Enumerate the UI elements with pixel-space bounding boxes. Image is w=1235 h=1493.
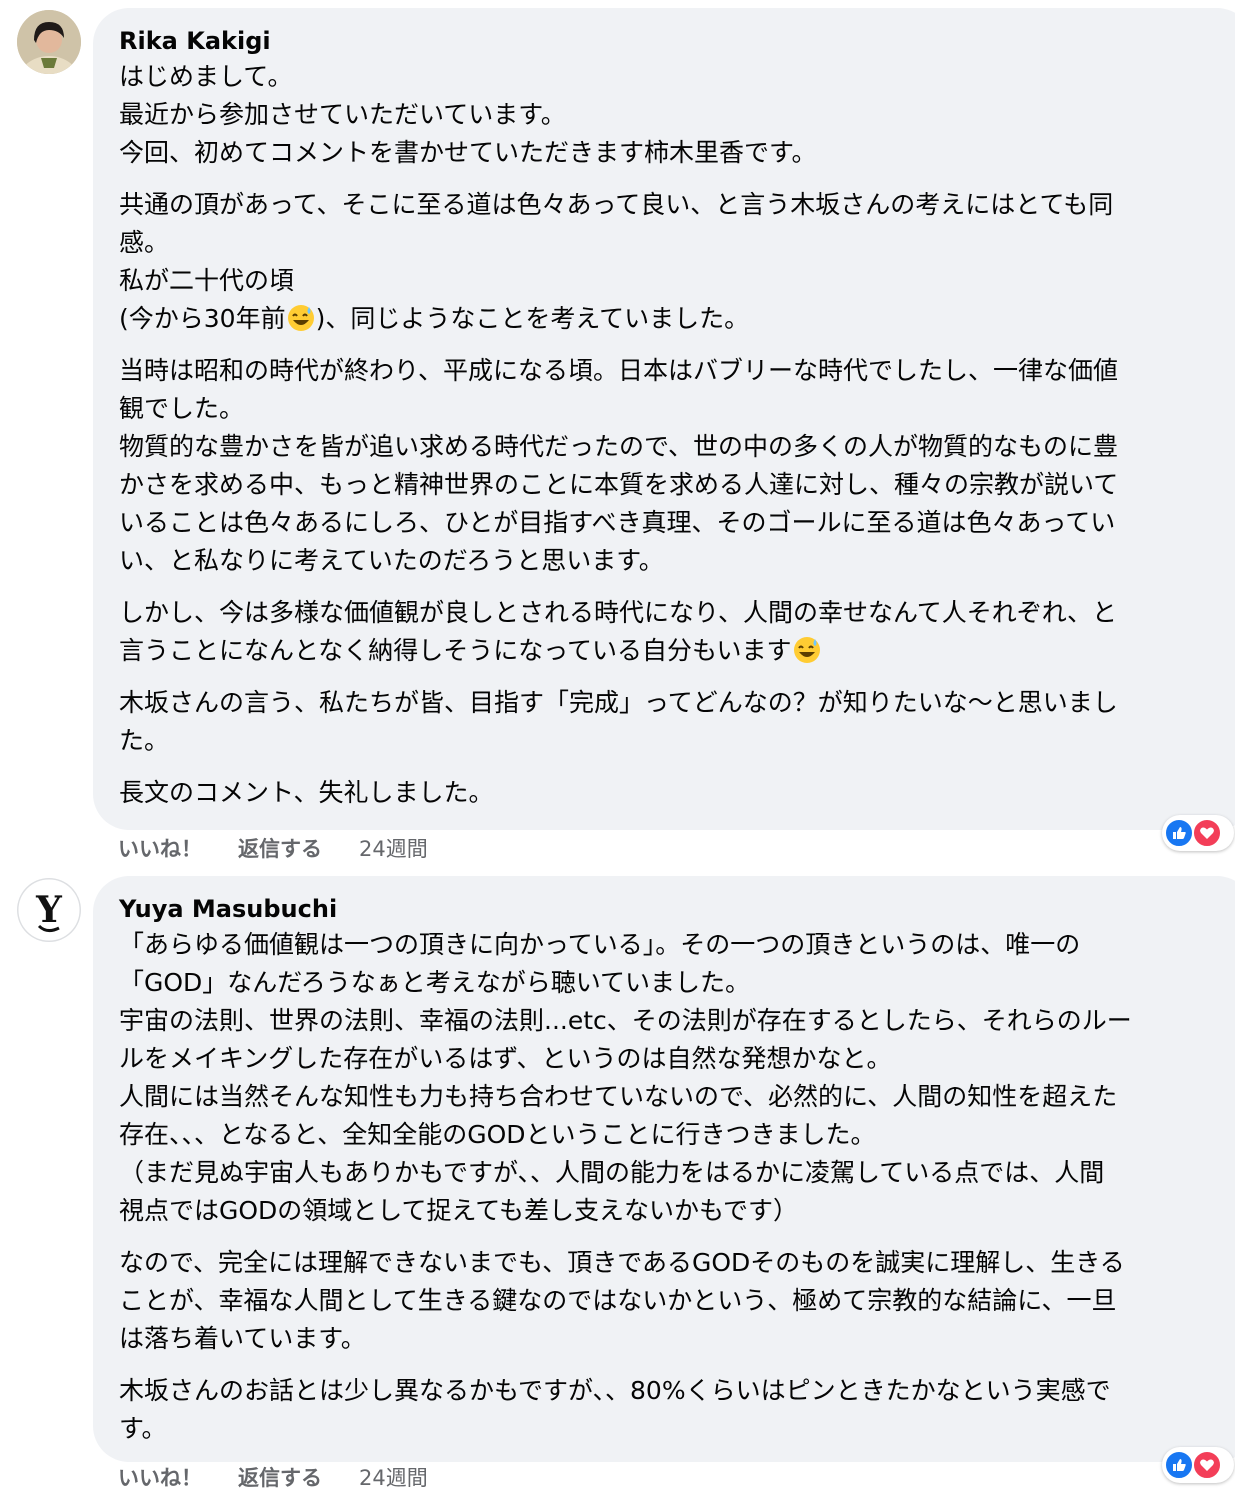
comment-line: は落ち着いています。 (119, 1324, 366, 1353)
comment-line: た。 (119, 726, 170, 755)
like-button[interactable]: いいね！ (118, 1463, 202, 1493)
gothic-y-logo-icon: Y (17, 878, 81, 942)
comment-line: 長文のコメント、失礼しました。 (119, 778, 494, 807)
comment-text: (今から30年前 (119, 304, 286, 333)
reply-button[interactable]: 返信する (238, 834, 322, 864)
comment-line: 私が二十代の頃 (119, 266, 295, 295)
profile-photo-icon (17, 10, 81, 74)
comment-line: 「GOD」なんだろうなぁと考えながら聴いていました。 (119, 968, 751, 997)
comment-line: 宇宙の法則、世界の法則、幸福の法則...etc、その法則が存在するとしたら、それ… (119, 1006, 1132, 1035)
avatar[interactable] (17, 10, 81, 74)
comment-line: ルをメイキングした存在がいるはず、というのは自然な発想かなと。 (119, 1044, 892, 1073)
comment-text: )、同じようなことを考えていました。 (315, 304, 750, 333)
grinning-sweat-emoji-icon (287, 305, 314, 331)
comment-line: 「あらゆる価値観は一つの頂きに向かっている」。その一つの頂きというのは、唯一の (119, 930, 1081, 959)
reaction-summary[interactable] (1162, 1447, 1234, 1483)
comment-line: 人間には当然そんな知性も力も持ち合わせていないので、必然的に、人間の知性を超えた (119, 1082, 1118, 1111)
comment-line: いることは色々あるにしろ、ひとが目指すべき真理、そのゴールに至る道は色々あってい (119, 508, 1116, 537)
comment-timestamp[interactable]: 24週間 (359, 1463, 428, 1493)
like-button[interactable]: いいね！ (118, 834, 202, 864)
comment-line: 木坂さんのお話とは少し異なるかもですが、、80%くらいはピンときたかなという実感… (119, 1376, 1111, 1405)
comment-bubble: Rika Kakigi はじめまして。 最近から参加させていただいています。 今… (93, 8, 1235, 830)
comment-bubble: Yuya Masubuchi 「あらゆる価値観は一つの頂きに向かっている」。その… (93, 876, 1235, 1462)
comment-line: しかし、今は多様な価値観が良しとされる時代になり、人間の幸せなんて人それぞれ、と (119, 598, 1118, 627)
comment-line: 木坂さんの言う、私たちが皆、目指す「完成」ってどんなの？が知りたいな〜と思いまし (119, 688, 1118, 717)
comment-line: なので、完全には理解できないまでも、頂きであるGODそのものを誠実に理解し、生き… (119, 1248, 1125, 1277)
comment-line: 視点ではGODの領域として捉えても差し支えないかもです） (119, 1196, 799, 1225)
comment-line: 言うことになんとなく納得しそうになっている自分もいます (119, 632, 1217, 670)
comment-text: 言うことになんとなく納得しそうになっている自分もいます (119, 636, 792, 665)
comment-line: ことが、幸福な人間として生きる鍵なのではないかという、極めて宗教的な結論に、一旦 (119, 1286, 1117, 1315)
comment-paragraph: なので、完全には理解できないまでも、頂きであるGODそのものを誠実に理解し、生き… (119, 1244, 1235, 1358)
comment-paragraph: 共通の頂があって、そこに至る道は色々あって良い、と言う木坂さんの考えにはとても同… (119, 186, 1235, 338)
love-reaction-icon (1192, 818, 1222, 848)
comment-line: す。 (119, 1414, 167, 1443)
comment-line: い、と私なりに考えていたのだろうと思います。 (119, 546, 664, 575)
comment-author[interactable]: Yuya Masubuchi (119, 894, 1235, 924)
comment-line: 今回、初めてコメントを書かせていただきます柿木里香です。 (119, 138, 817, 167)
comment-line: 当時は昭和の時代が終わり、平成になる頃。日本はバブリーな時代でしたし、一律な価値 (119, 356, 1119, 385)
reply-button[interactable]: 返信する (238, 1463, 322, 1493)
comment-paragraph: 長文のコメント、失礼しました。 (119, 774, 1235, 812)
comment-line: 観でした。 (119, 394, 245, 423)
avatar[interactable]: Y (17, 878, 81, 942)
love-reaction-icon (1192, 1450, 1222, 1480)
comment-line: 最近から参加させていただいています。 (119, 100, 566, 129)
comment-line: 存在、、、となると、全知全能のGODということに行きつきました。 (119, 1120, 876, 1149)
comment-line: 物質的な豊かさを皆が追い求める時代だったので、世の中の多くの人が物質的なものに豊 (119, 432, 1119, 461)
comment-line: （まだ見ぬ宇宙人もありかもですが、、人間の能力をはるかに凌駕している点では、人間 (119, 1158, 1105, 1187)
comment-author[interactable]: Rika Kakigi (119, 26, 1235, 56)
comment-paragraph: 木坂さんのお話とは少し異なるかもですが、、80%くらいはピンときたかなという実感… (119, 1372, 1235, 1448)
comment-paragraph: はじめまして。 最近から参加させていただいています。 今回、初めてコメントを書か… (119, 58, 1235, 172)
comment-line: (今から30年前 )、同じようなことを考えていました。 (119, 300, 1217, 338)
comment-paragraph: 「あらゆる価値観は一つの頂きに向かっている」。その一つの頂きというのは、唯一の … (119, 926, 1235, 1230)
comment-line: はじめまして。 (119, 62, 293, 91)
comment-paragraph: 当時は昭和の時代が終わり、平成になる頃。日本はバブリーな時代でしたし、一律な価値… (119, 352, 1235, 580)
comment-line: 感。 (119, 228, 170, 257)
like-reaction-icon (1164, 1450, 1194, 1480)
comment-line: かさを求める中、もっと精神世界のことに本質を求める人達に対し、種々の宗教が説いて (119, 470, 1119, 499)
comment-timestamp[interactable]: 24週間 (359, 834, 428, 864)
grinning-sweat-emoji-icon (793, 637, 820, 663)
comment-paragraph: しかし、今は多様な価値観が良しとされる時代になり、人間の幸せなんて人それぞれ、と… (119, 594, 1235, 670)
like-reaction-icon (1164, 818, 1194, 848)
reaction-summary[interactable] (1162, 815, 1234, 851)
avatar-letter: Y (35, 889, 63, 931)
comment-line: 共通の頂があって、そこに至る道は色々あって良い、と言う木坂さんの考えにはとても同 (119, 190, 1114, 219)
comment-paragraph: 木坂さんの言う、私たちが皆、目指す「完成」ってどんなの？が知りたいな〜と思いまし… (119, 684, 1235, 760)
